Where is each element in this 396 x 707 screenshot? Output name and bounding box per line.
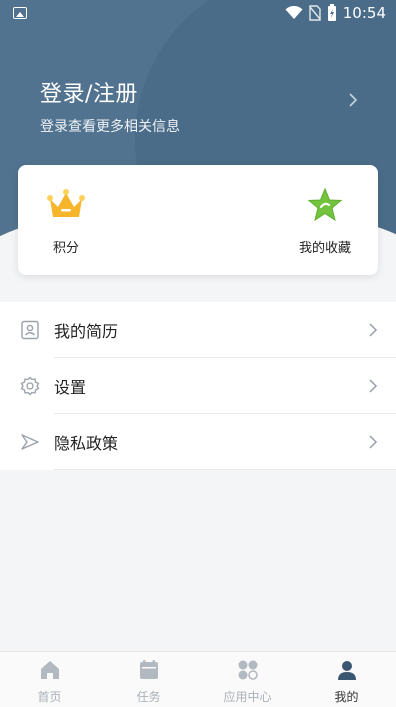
tab-label: 我的 [334,690,359,704]
favorites-button[interactable]: 我的收藏 [290,187,360,256]
menu-item-privacy-policy[interactable]: 隐私政策 [0,414,396,470]
tab-label: 应用中心 [223,690,272,704]
apps-icon [238,660,258,680]
menu-item-settings[interactable]: 设置 [0,358,396,414]
points-label: 积分 [52,241,79,256]
menu-item-resume[interactable]: 我的简历 [0,302,396,358]
chevron-right-icon [369,379,378,393]
wifi-icon [285,6,303,19]
bottom-tab-bar: 首页 任务 应用中心 我的 [0,651,396,707]
tab-label: 任务 [136,690,161,704]
favorites-label: 我的收藏 [298,241,351,256]
chevron-right-icon [369,323,378,337]
tab-label: 首页 [37,690,62,704]
divider [54,469,396,470]
crown-icon [47,189,85,217]
calendar-icon [139,660,158,679]
tab-app-center[interactable]: 应用中心 [198,652,297,707]
battery-icon [327,4,336,21]
resume-icon [21,320,39,340]
login-subtitle: 登录查看更多相关信息 [40,119,180,135]
no-sim-icon [309,5,321,21]
menu-item-label: 我的简历 [54,322,119,341]
gear-icon [20,376,40,396]
user-icon [337,661,356,680]
stats-card: 积分 我的收藏 [18,165,378,275]
tab-mine[interactable]: 我的 [297,652,396,707]
image-notification-icon [13,7,27,19]
status-time: 10:54 [342,4,386,22]
privacy-icon [21,434,39,450]
login-title: 登录/注册 [40,82,138,107]
tab-tasks[interactable]: 任务 [99,652,198,707]
status-bar: 10:54 [0,0,396,28]
points-button[interactable]: 积分 [36,187,96,256]
login-register-banner[interactable]: 登录/注册 登录查看更多相关信息 [40,76,370,135]
star-icon [307,187,343,222]
tab-home[interactable]: 首页 [0,652,99,707]
settings-menu: 我的简历 设置 隐私政策 [0,302,396,470]
menu-item-label: 设置 [54,378,87,397]
menu-item-label: 隐私政策 [54,434,119,453]
home-icon [40,661,59,679]
chevron-right-icon [369,435,378,449]
chevron-right-icon [349,93,358,107]
